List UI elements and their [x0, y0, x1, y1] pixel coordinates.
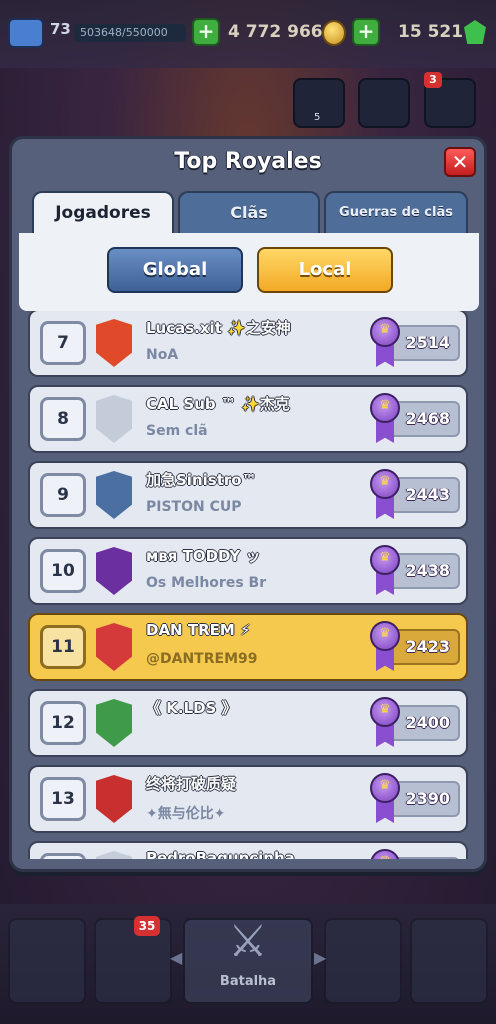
leaderboard-row[interactable]: 8 CAL Sub ™ ✨杰克 Sem clã 2468 ♛ — [28, 385, 468, 453]
clan-badge-icon — [96, 775, 132, 823]
clan-name: PISTON CUP — [146, 499, 242, 515]
leaderboard-row[interactable]: 14 PedroBaguncinha 2384 ♛ — [28, 841, 468, 859]
xp-progress: 503648/550000 — [74, 24, 186, 42]
nav-cards[interactable] — [94, 918, 172, 1004]
legendary-trophy-icon: ♛ — [370, 545, 400, 599]
clan-badge-icon — [96, 547, 132, 595]
rank-number: 8 — [40, 397, 86, 441]
player-name: 《 K.LDS 》 — [146, 699, 237, 717]
tab-clas[interactable]: Clãs — [178, 191, 320, 233]
tab-guerras-de-clas[interactable]: Guerras de clãs — [324, 191, 468, 233]
rank-number: 10 — [40, 549, 86, 593]
gems-amount: 15 521 — [398, 22, 464, 42]
empty-clan-badge-icon — [96, 851, 132, 859]
rank-number: 7 — [40, 321, 86, 365]
close-button[interactable]: ✕ — [444, 147, 476, 177]
crossed-swords-icon: ⚔ — [228, 916, 268, 967]
menu-badge: 3 — [424, 72, 442, 88]
leaderboard-row[interactable]: 12 《 K.LDS 》 2400 ♛ — [28, 689, 468, 757]
player-name: CAL Sub ™ ✨杰克 — [146, 395, 290, 413]
clan-name: Os Melhores Br — [146, 575, 267, 591]
player-name: 终将打破质疑 — [146, 775, 237, 793]
legendary-trophy-icon: ♛ — [370, 849, 400, 859]
leaderboard-row-current-player[interactable]: 11 DAN TREM ⚡ @DANTREM99 2423 ♛ — [28, 613, 468, 681]
clan-name: @DANTREM99 — [146, 651, 258, 667]
clan-badge-icon — [96, 471, 132, 519]
legendary-trophy-icon: ♛ — [370, 773, 400, 827]
nav-right-arrow-icon[interactable]: ▶ — [314, 948, 326, 967]
rank-number: 12 — [40, 701, 86, 745]
rank-number: 11 — [40, 625, 86, 669]
clan-badge-icon — [96, 319, 132, 367]
player-name: 加急Sinistro™ — [146, 471, 257, 489]
news-button[interactable] — [358, 78, 410, 128]
global-filter-button[interactable]: Global — [107, 247, 243, 293]
rank-number: 13 — [40, 777, 86, 821]
add-gold-button[interactable]: + — [192, 18, 220, 46]
nav-shop[interactable] — [8, 918, 86, 1004]
top-royales-panel: Top Royales ✕ Jogadores Clãs Guerras de … — [9, 136, 487, 872]
empty-clan-badge-icon — [96, 395, 132, 443]
leaderboard-row[interactable]: 7 Lucas.xit ✨之安神 NoA 2514 ♛ — [28, 311, 468, 377]
clan-badge-icon — [96, 623, 132, 671]
cards-badge: 35 — [134, 916, 160, 936]
tab-jogadores[interactable]: Jogadores — [32, 191, 174, 233]
gold-coin-icon — [322, 20, 346, 46]
clan-name: NoA — [146, 347, 179, 363]
filter-bar: Global Local — [19, 233, 479, 311]
friends-online-count: 5 — [314, 112, 321, 123]
level-icon[interactable] — [8, 18, 44, 48]
rank-number: 14 — [40, 853, 86, 859]
level-number: 73 — [50, 20, 71, 38]
clan-badge-icon — [96, 699, 132, 747]
leaderboard-row[interactable]: 10 мвя TODDY ッ Os Melhores Br 2438 ♛ — [28, 537, 468, 605]
nav-left-arrow-icon[interactable]: ◀ — [170, 948, 182, 967]
battle-label: Batalha — [219, 974, 277, 989]
nav-events[interactable] — [410, 918, 488, 1004]
legendary-trophy-icon: ♛ — [370, 317, 400, 371]
player-name: мвя TODDY ッ — [146, 547, 261, 565]
local-filter-button[interactable]: Local — [257, 247, 393, 293]
rank-number: 9 — [40, 473, 86, 517]
player-name: PedroBaguncinha — [146, 849, 295, 859]
player-name: Lucas.xit ✨之安神 — [146, 319, 291, 337]
legendary-trophy-icon: ♛ — [370, 621, 400, 675]
clan-name: Sem clã — [146, 423, 208, 439]
leaderboard-list[interactable]: 7 Lucas.xit ✨之安神 NoA 2514 ♛ 8 CAL Sub ™ … — [24, 311, 476, 859]
panel-title: Top Royales — [174, 149, 322, 174]
legendary-trophy-icon: ♛ — [370, 469, 400, 523]
legendary-trophy-icon: ♛ — [370, 393, 400, 447]
nav-social[interactable] — [324, 918, 402, 1004]
player-name: DAN TREM ⚡ — [146, 621, 251, 639]
add-gems-button[interactable]: + — [352, 18, 380, 46]
tab-bar: Jogadores Clãs Guerras de clãs — [32, 191, 468, 233]
leaderboard-row[interactable]: 9 加急Sinistro™ PISTON CUP 2443 ♛ — [28, 461, 468, 529]
legendary-trophy-icon: ♛ — [370, 697, 400, 751]
close-icon: ✕ — [451, 150, 469, 174]
gold-amount: 4 772 966 — [228, 22, 323, 42]
leaderboard-row[interactable]: 13 终将打破质疑 ✦無与伦比✦ 2390 ♛ — [28, 765, 468, 833]
clan-name: ✦無与伦比✦ — [146, 806, 226, 822]
